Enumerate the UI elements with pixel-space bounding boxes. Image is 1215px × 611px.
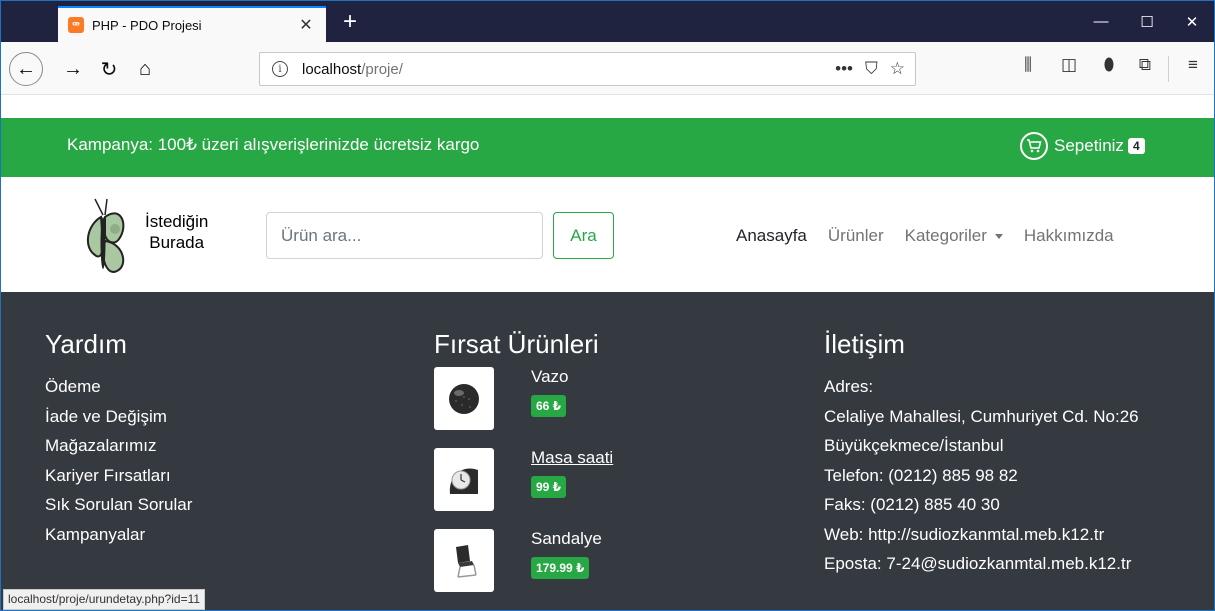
help-link[interactable]: Ödeme bbox=[45, 372, 192, 402]
title-bar: ꟹ PHP - PDO Projesi ✕ + — ☐ ✕ bbox=[1, 1, 1214, 42]
reload-icon[interactable]: ↻ bbox=[95, 55, 123, 83]
contact-web: Web: http://sudiozkanmtal.meb.k12.tr bbox=[824, 524, 1105, 544]
forward-icon[interactable]: → bbox=[59, 55, 87, 83]
browser-tab[interactable]: ꟹ PHP - PDO Projesi ✕ bbox=[58, 6, 326, 42]
contact-phone: Telefon: (0212) 885 98 82 bbox=[824, 465, 1018, 485]
url-bar[interactable]: i localhost/proje/ ••• ⛉ ☆ bbox=[259, 52, 916, 86]
help-link[interactable]: Mağazalarımız bbox=[45, 431, 192, 461]
vase-image bbox=[449, 383, 479, 414]
close-window-icon[interactable]: ✕ bbox=[1169, 1, 1214, 42]
price-badge: 99 ₺ bbox=[531, 476, 567, 498]
help-title: Yardım bbox=[45, 329, 127, 359]
screenshot-icon[interactable]: ⧉ bbox=[1132, 55, 1158, 75]
product-item[interactable]: Vazo 66 ₺ bbox=[434, 367, 734, 430]
product-thumbnail[interactable] bbox=[434, 448, 494, 511]
contact-address-line2: Büyükçekmece/İstanbul bbox=[824, 436, 1004, 455]
home-icon[interactable]: ⌂ bbox=[131, 55, 159, 83]
nav-home[interactable]: Anasayfa bbox=[736, 226, 807, 246]
contact-address-label: Adres: bbox=[824, 377, 874, 396]
nav-categories-label: Kategoriler bbox=[904, 226, 987, 245]
url-host: localhost bbox=[302, 60, 362, 78]
butterfly-logo[interactable] bbox=[77, 195, 137, 277]
product-name[interactable]: Vazo bbox=[531, 367, 569, 387]
maximize-icon[interactable]: ☐ bbox=[1124, 1, 1170, 42]
logo-text-line1: İstediğin bbox=[145, 212, 209, 231]
search-button[interactable]: Ara bbox=[553, 212, 614, 259]
sidebar-icon[interactable]: ◫ bbox=[1056, 55, 1082, 75]
logo-text-line2: Burada bbox=[149, 233, 205, 252]
product-item[interactable]: Sandalye 179.99 ₺ bbox=[434, 529, 734, 592]
shield-icon[interactable]: ⬮ bbox=[1096, 55, 1122, 75]
product-name[interactable]: Sandalye bbox=[531, 529, 602, 549]
toolbar-divider bbox=[1168, 56, 1169, 82]
cart-label: Sepetiniz bbox=[1054, 136, 1124, 155]
desk-clock-image bbox=[449, 467, 478, 494]
contact-info: Adres: Celaliye Mahallesi, Cumhuriyet Cd… bbox=[824, 372, 1139, 579]
more-icon[interactable]: ••• bbox=[835, 59, 853, 79]
library-icon[interactable]: ⫼ bbox=[1015, 55, 1041, 75]
site-footer: Yardım Ödeme İade ve Değişim Mağazalarım… bbox=[1, 292, 1214, 610]
tab-close-icon[interactable]: ✕ bbox=[296, 15, 316, 35]
product-name[interactable]: Masa saati bbox=[531, 448, 613, 468]
deals-title: Fırsat Ürünleri bbox=[434, 329, 599, 359]
caret-down-icon bbox=[994, 234, 1003, 240]
help-link[interactable]: Kariyer Fırsatları bbox=[45, 461, 192, 491]
main-nav: Anasayfa Ürünler Kategoriler Hakkımızda bbox=[736, 226, 1135, 246]
new-tab-icon[interactable]: + bbox=[336, 8, 364, 36]
cart-count-badge: 4 bbox=[1127, 138, 1145, 154]
contact-fax: Faks: (0212) 885 40 30 bbox=[824, 495, 1000, 514]
url-path: /proje/ bbox=[361, 60, 403, 78]
contact-title: İletişim bbox=[824, 329, 905, 359]
status-url-bar: localhost/proje/urundetay.php?id=11 bbox=[3, 589, 206, 610]
contact-email: Eposta: 7-24@sudiozkanmtal.meb.k12.tr bbox=[824, 554, 1132, 573]
nav-about[interactable]: Hakkımızda bbox=[1024, 226, 1114, 246]
promo-bar: Kampanya: 100₺ üzeri alışverişlerinizde … bbox=[1, 118, 1214, 177]
site-header: İstediğin Burada Ara Anasayfa Ürünler Ka… bbox=[1, 177, 1214, 292]
nav-categories[interactable]: Kategoriler bbox=[905, 226, 1003, 246]
minimize-icon[interactable]: — bbox=[1078, 1, 1124, 42]
browser-window: ꟹ PHP - PDO Projesi ✕ + — ☐ ✕ ← → ↻ ⌂ i … bbox=[0, 0, 1215, 611]
back-icon[interactable]: ← bbox=[9, 52, 43, 86]
xampp-favicon-icon: ꟹ bbox=[68, 17, 84, 33]
bookmark-star-icon[interactable]: ☆ bbox=[890, 59, 905, 79]
nav-toolbar: ← → ↻ ⌂ i localhost/proje/ ••• ⛉ ☆ ⫼ ◫ ⬮… bbox=[1, 42, 1214, 95]
cart-icon bbox=[1020, 132, 1048, 160]
price-badge: 66 ₺ bbox=[531, 395, 567, 417]
help-link[interactable]: İade ve Değişim bbox=[45, 402, 192, 432]
nav-products[interactable]: Ürünler bbox=[828, 226, 884, 246]
cart-link[interactable]: Sepetiniz 4 bbox=[1020, 132, 1145, 160]
info-icon[interactable]: i bbox=[272, 61, 288, 77]
product-item[interactable]: Masa saati 99 ₺ bbox=[434, 448, 734, 511]
logo-text[interactable]: İstediğin Burada bbox=[145, 211, 208, 253]
pocket-icon[interactable]: ⛉ bbox=[865, 59, 878, 79]
help-link[interactable]: Sık Sorulan Sorular bbox=[45, 490, 192, 520]
promo-text: Kampanya: 100₺ üzeri alışverişlerinizde … bbox=[67, 135, 480, 154]
price-badge: 179.99 ₺ bbox=[531, 557, 590, 579]
chair-image bbox=[456, 544, 477, 578]
contact-address-line1: Celaliye Mahallesi, Cumhuriyet Cd. No:26 bbox=[824, 406, 1139, 426]
product-thumbnail[interactable] bbox=[434, 529, 494, 592]
tab-title: PHP - PDO Projesi bbox=[92, 17, 202, 33]
menu-icon[interactable]: ≡ bbox=[1180, 55, 1206, 75]
help-link[interactable]: Kampanyalar bbox=[45, 520, 192, 550]
search-input[interactable] bbox=[266, 212, 543, 259]
help-links: Ödeme İade ve Değişim Mağazalarımız Kari… bbox=[45, 372, 192, 549]
product-thumbnail[interactable] bbox=[434, 367, 494, 430]
